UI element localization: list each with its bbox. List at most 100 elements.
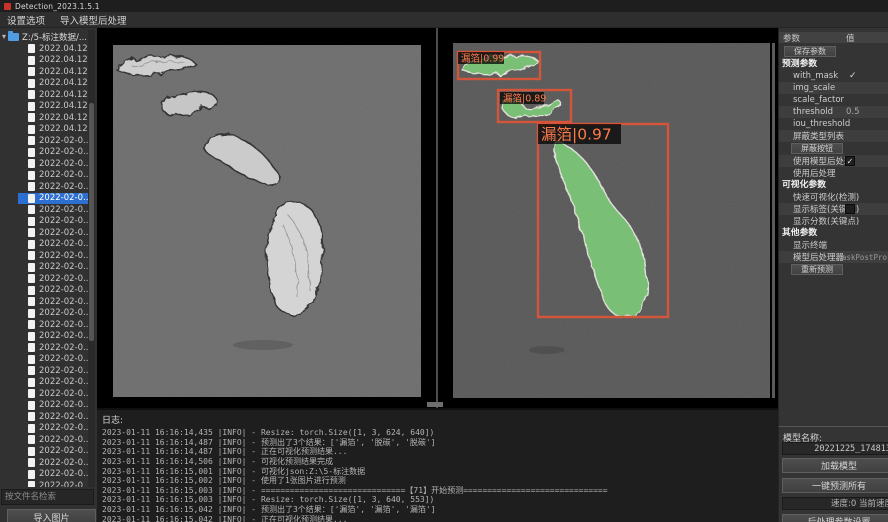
- save-params-button[interactable]: 保存参数: [784, 46, 836, 57]
- log-panel[interactable]: 日志: 2023-01-11 16:16:14,435 |INFO| - Res…: [97, 408, 778, 522]
- tree-item[interactable]: 2022.04.12...: [18, 124, 88, 136]
- tree-item[interactable]: 2022-02-0...: [18, 135, 88, 147]
- tree-item[interactable]: 2022-02-0...: [18, 193, 88, 205]
- predict-all-button[interactable]: 一键预测所有: [782, 478, 888, 493]
- tree-item[interactable]: 2022-02-0...: [18, 308, 88, 320]
- tree-item[interactable]: 2022-02-0...: [18, 469, 88, 481]
- tree-item[interactable]: 2022-02-0...: [18, 250, 88, 262]
- tree-item[interactable]: 2022-02-0...: [18, 216, 88, 228]
- folder-icon: [8, 33, 19, 41]
- tree-item[interactable]: 2022.04.12...: [18, 55, 88, 67]
- param-row[interactable]: 快速可视化(检测): [779, 191, 888, 203]
- checkbox[interactable]: [845, 204, 855, 214]
- tree-item[interactable]: 2022-02-0...: [18, 331, 88, 343]
- file-icon: [28, 102, 35, 111]
- panel-divider-scrollbar[interactable]: [436, 28, 438, 408]
- param-row[interactable]: 显示分数(关键点): [779, 215, 888, 227]
- param-row[interactable]: iou_threshold: [779, 118, 888, 130]
- tree-item[interactable]: 2022-02-0...: [18, 377, 88, 389]
- caret-down-icon[interactable]: ▾: [2, 32, 6, 41]
- param-row[interactable]: scale_factor: [779, 94, 888, 106]
- tree-item-label: 2022-02-0: [39, 481, 83, 487]
- tree-item[interactable]: 2022-02-0...: [18, 204, 88, 216]
- tree-item-label: 2022-02-0...: [39, 285, 88, 295]
- tree-item-label: 2022.04.12...: [39, 90, 88, 100]
- tree-item[interactable]: 2022-02-0...: [18, 239, 88, 251]
- tree-item[interactable]: 2022-02-0...: [18, 457, 88, 469]
- tree-item[interactable]: 2022-02-0...: [18, 354, 88, 366]
- param-row[interactable]: img_scale: [779, 82, 888, 94]
- tree-item[interactable]: 2022-02-0...: [18, 388, 88, 400]
- tree-item[interactable]: 2022-02-0...: [18, 400, 88, 412]
- tree-item[interactable]: 2022-02-0...: [18, 296, 88, 308]
- tree-item[interactable]: 2022.04.12...: [18, 112, 88, 124]
- param-row[interactable]: 使用后处理: [779, 167, 888, 179]
- menu-settings-options[interactable]: 设置选项: [7, 13, 45, 27]
- param-button[interactable]: 重新预测: [791, 264, 843, 275]
- tree-item[interactable]: 2022.04.12...: [18, 89, 88, 101]
- param-row[interactable]: with_mask✓: [779, 70, 888, 82]
- tree-item[interactable]: 2022.04.12...: [18, 101, 88, 113]
- tree-item[interactable]: 2022-02-0...: [18, 181, 88, 193]
- param-row[interactable]: 屏蔽类型列表: [779, 130, 888, 142]
- param-row[interactable]: 显示终端: [779, 239, 888, 251]
- tree-item[interactable]: 2022.04.12...: [18, 66, 88, 78]
- tree-item[interactable]: 2022-02-0...: [18, 158, 88, 170]
- param-value: MaskPostPro: [837, 253, 887, 262]
- tree-item[interactable]: 2022-02-0...: [18, 446, 88, 458]
- tree-item[interactable]: 2022-02-0...: [18, 273, 88, 285]
- tree-item[interactable]: 2022-02-0...: [18, 434, 88, 446]
- scrollbar-foot[interactable]: [427, 402, 443, 407]
- file-icon: [28, 44, 35, 53]
- model-name-field[interactable]: 20221225_174813: [782, 442, 888, 455]
- file-icon: [28, 470, 35, 479]
- file-icon: [28, 148, 35, 157]
- param-row[interactable]: 使用模型后处理✓: [779, 155, 888, 167]
- postprocess-settings-button[interactable]: 后处理参数设置: [782, 514, 888, 522]
- tree-item[interactable]: 2022.04.12...: [18, 43, 88, 55]
- tree-item-label: 2022-02-0...: [39, 377, 88, 387]
- param-row[interactable]: 模型后处理器MaskPostPro: [779, 251, 888, 263]
- tree-item[interactable]: 2022-02-0: [18, 480, 88, 487]
- checkbox[interactable]: ✓: [845, 156, 855, 166]
- tree-item-label: 2022-02-0...: [39, 412, 88, 422]
- viewer-vscrollbar[interactable]: [772, 43, 775, 398]
- file-icon: [28, 194, 35, 203]
- source-image: [113, 45, 421, 397]
- menu-import-model-postprocess[interactable]: 导入模型后处理: [60, 13, 127, 27]
- param-label: 使用模型后处理: [793, 155, 853, 167]
- file-icon: [28, 274, 35, 283]
- param-label: 使用后处理: [793, 167, 836, 179]
- tree-item[interactable]: 2022-02-0...: [18, 411, 88, 423]
- tree-item[interactable]: 2022-02-0...: [18, 147, 88, 159]
- tree-item[interactable]: 2022-02-0...: [18, 423, 88, 435]
- tree-scrollbar[interactable]: [88, 30, 95, 487]
- file-icon: [28, 320, 35, 329]
- param-label: threshold: [793, 107, 833, 117]
- tree-item-label: 2022-02-0...: [39, 435, 88, 445]
- file-icon: [28, 125, 35, 134]
- tree-item[interactable]: 2022-02-0...: [18, 319, 88, 331]
- source-image-panel[interactable]: [113, 45, 421, 397]
- tree-item[interactable]: 2022-02-0...: [18, 262, 88, 274]
- tree-item[interactable]: 2022-02-0...: [18, 285, 88, 297]
- file-icon: [28, 401, 35, 410]
- tree-item-label: 2022-02-0...: [39, 366, 88, 376]
- tree-item[interactable]: 2022-02-0...: [18, 227, 88, 239]
- param-row[interactable]: threshold0.5: [779, 106, 888, 118]
- tree-root-label: Z:/5-标注数据/...: [22, 31, 87, 43]
- import-image-button[interactable]: 导入图片: [7, 509, 96, 522]
- load-model-button[interactable]: 加载模型: [782, 458, 888, 473]
- tree-item[interactable]: 2022-02-0...: [18, 365, 88, 377]
- tree-item[interactable]: 2022-02-0...: [18, 170, 88, 182]
- tree-item[interactable]: 2022.04.12...: [18, 78, 88, 90]
- prediction-image-panel[interactable]: 漏箔|0.99 漏箔|0.89 漏箔|0.97: [453, 43, 770, 398]
- filename-search-input[interactable]: [1, 489, 94, 505]
- param-button[interactable]: 屏蔽按钮: [791, 143, 843, 154]
- tree-item-label: 2022-02-0...: [39, 400, 88, 410]
- checkmark-icon[interactable]: ✓: [849, 71, 857, 81]
- tree-scrollbar-thumb[interactable]: [89, 103, 94, 341]
- tree-item[interactable]: 2022-02-0...: [18, 342, 88, 354]
- param-row[interactable]: 显示标签(关键点): [779, 203, 888, 215]
- tree-root-folder[interactable]: ▾ Z:/5-标注数据/...: [0, 30, 88, 43]
